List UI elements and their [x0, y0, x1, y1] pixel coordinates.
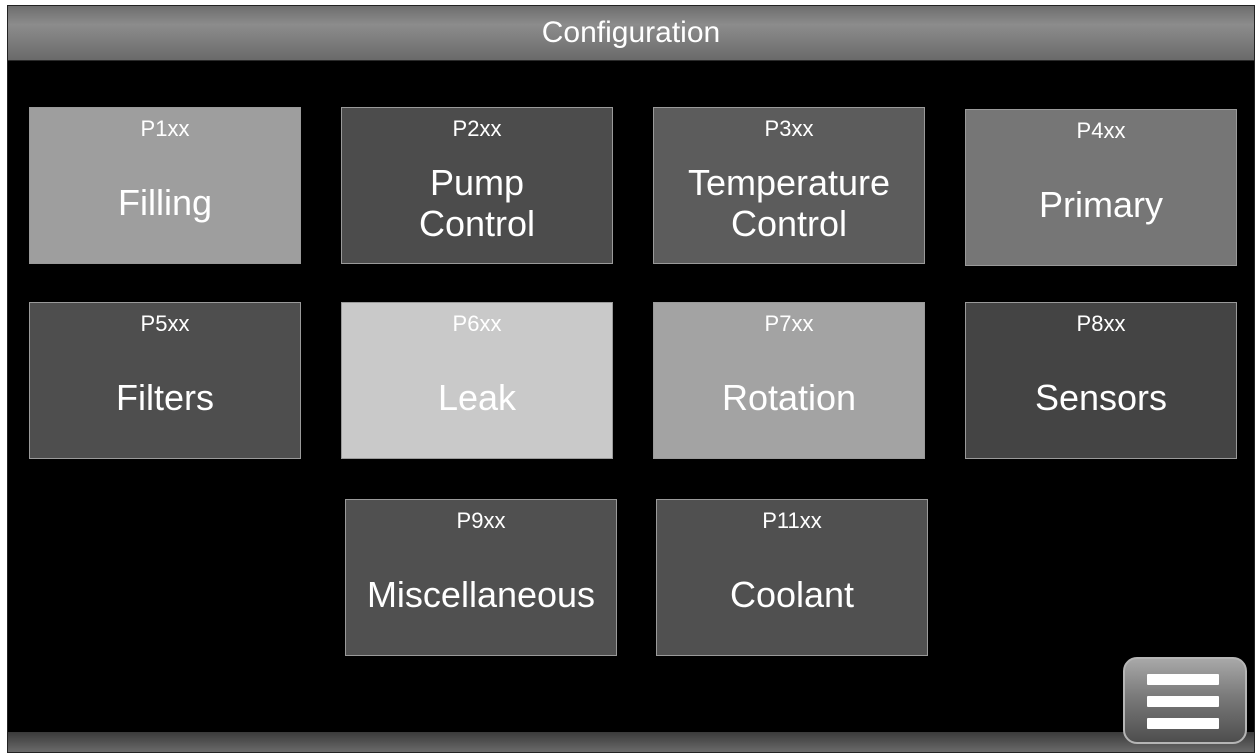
tile-p1xx-filling[interactable]: P1xx Filling — [29, 107, 301, 264]
tile-code: P11xx — [762, 508, 822, 533]
tile-code: P6xx — [452, 311, 502, 336]
tile-p2xx-pump-control[interactable]: P2xx Pump Control — [341, 107, 613, 264]
tile-code: P2xx — [452, 116, 502, 141]
tile-label: Miscellaneous — [366, 574, 596, 615]
tile-label: Rotation — [721, 377, 857, 418]
tile-label: Coolant — [729, 574, 855, 615]
menu-button[interactable] — [1123, 657, 1247, 744]
tile-code: P3xx — [764, 116, 814, 141]
tile-label: Leak — [437, 377, 517, 418]
tile-label: Temperature Control — [687, 161, 891, 244]
tile-label: Pump Control — [418, 161, 536, 244]
tile-p4xx-primary[interactable]: P4xx Primary — [965, 109, 1237, 266]
configuration-screen: Configuration P1xx Filling P2xx Pump Con… — [7, 5, 1255, 753]
tile-p11xx-coolant[interactable]: P11xx Coolant — [656, 499, 928, 656]
tile-p6xx-leak[interactable]: P6xx Leak — [341, 302, 613, 459]
tile-code: P4xx — [1076, 118, 1126, 143]
tile-code: P8xx — [1076, 311, 1126, 336]
page-title: Configuration — [541, 16, 721, 49]
tile-label: Filling — [117, 182, 213, 223]
tile-label: Filters — [116, 377, 214, 418]
header-bar: Configuration — [8, 6, 1254, 61]
tile-p5xx-filters[interactable]: P5xx Filters — [29, 302, 301, 459]
tile-code: P9xx — [456, 508, 506, 533]
tile-p9xx-miscellaneous[interactable]: P9xx Miscellaneous — [345, 499, 617, 656]
tile-p7xx-rotation[interactable]: P7xx Rotation — [653, 302, 925, 459]
tile-label: Sensors — [1034, 377, 1168, 418]
tile-p8xx-sensors[interactable]: P8xx Sensors — [965, 302, 1237, 459]
footer-bar — [8, 732, 1254, 752]
tile-code: P5xx — [140, 311, 190, 336]
tile-label: Primary — [1039, 184, 1163, 225]
tile-code: P1xx — [140, 116, 190, 141]
tile-p3xx-temperature-control[interactable]: P3xx Temperature Control — [653, 107, 925, 264]
tile-code: P7xx — [764, 311, 814, 336]
